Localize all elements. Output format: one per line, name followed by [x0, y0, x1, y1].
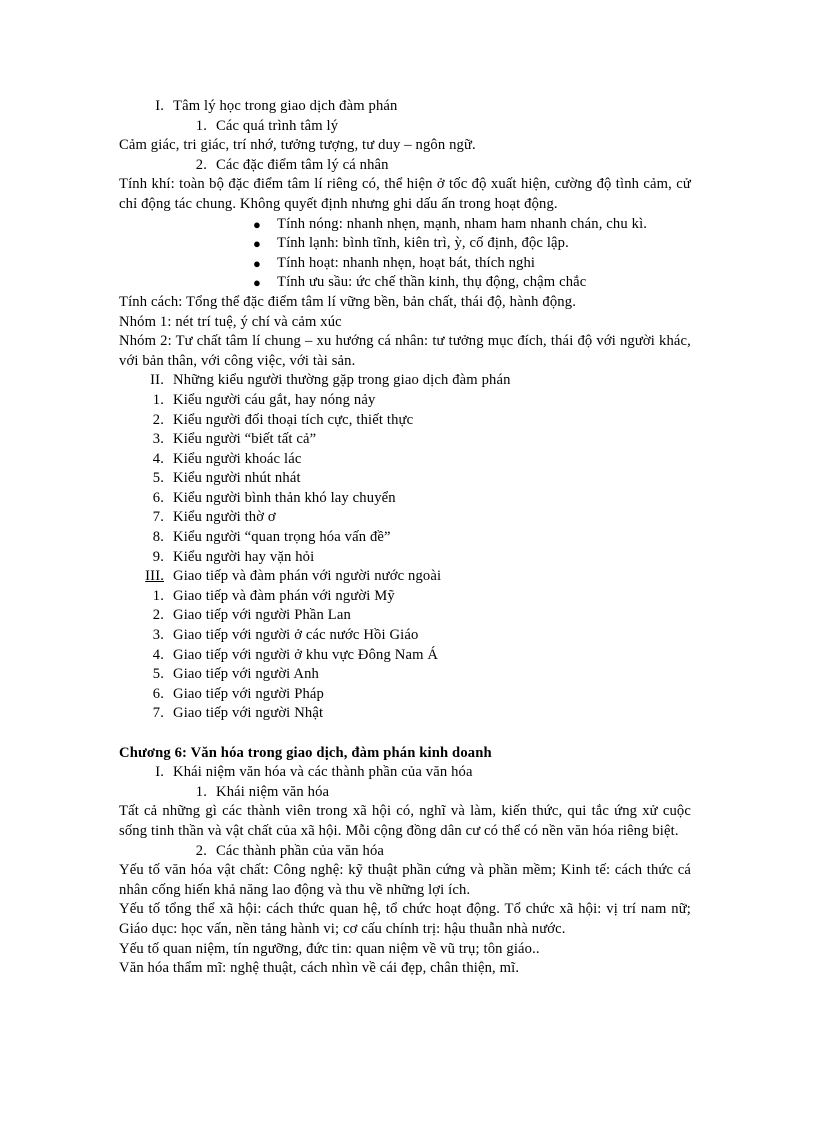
paragraph-tinh-cach: Tính cách: Tổng thể đặc điểm tâm lí vững… — [119, 293, 576, 310]
paragraph-cac-qua-trinh-tam-ly: Cảm giác, tri giác, trí nhớ, tưởng tượng… — [119, 137, 476, 154]
bullet-icon: ● — [253, 216, 262, 232]
section-heading-1: I. Tâm lý học trong giao dịch đàm phán — [138, 97, 691, 117]
section-title: Khái niệm văn hóa và các thành phần của … — [173, 764, 473, 781]
section-heading-3: III. Giao tiếp và đàm phán với người nướ… — [138, 567, 691, 587]
chapter-subsection-heading-2: 2. Các thành phần của văn hóa — [185, 842, 691, 862]
list-item-label: Kiểu người khoác lác — [173, 450, 302, 467]
list-item-marker: 7. — [152, 509, 164, 526]
list-item-label: Tính hoạt: nhanh nhẹn, hoạt bát, thích n… — [277, 254, 536, 271]
list-item-label: Giao tiếp với người Pháp — [173, 685, 324, 702]
list-item-label: Kiểu người “quan trọng hóa vấn đề” — [173, 529, 391, 546]
list-item-marker: 7. — [152, 705, 164, 722]
list-item-label: Tính ưu sầu: ức chế thần kinh, thụ động,… — [277, 274, 587, 291]
paragraph-van-hoa-tham-mi: Văn hóa thẩm mĩ: nghệ thuật, cách nhìn v… — [119, 960, 520, 977]
list-item-label: Kiểu người cáu gắt, hay nóng nảy — [173, 391, 376, 408]
paragraph-yeu-to-vat-chat: Yếu tố văn hóa vật chất: Công nghệ: kỹ t… — [119, 862, 691, 898]
list-item: 9. Kiểu người hay vặn hỏi — [138, 548, 691, 568]
list-item: 3. Kiểu người “biết tất cả” — [138, 430, 691, 450]
subsection-title: Khái niệm văn hóa — [216, 783, 330, 800]
list-item-marker: 4. — [152, 450, 164, 467]
list-item-label: Giao tiếp với người Nhật — [173, 705, 324, 722]
list-item-marker: 4. — [152, 646, 164, 663]
subsection-marker: 1. — [195, 117, 207, 134]
chapter-heading: Chương 6: Văn hóa trong giao dịch, đàm p… — [119, 744, 492, 761]
list-item: 1. Kiểu người cáu gắt, hay nóng nảy — [138, 391, 691, 411]
list-item-marker: 6. — [152, 685, 164, 702]
bullet-icon: ● — [253, 236, 262, 252]
list-item: 2. Giao tiếp với người Phần Lan — [138, 606, 691, 626]
document-page: I. Tâm lý học trong giao dịch đàm phán 1… — [0, 0, 816, 1123]
paragraph-yeu-to-xa-hoi: Yếu tố tổng thể xã hội: cách thức quan h… — [119, 901, 691, 937]
list-item-marker: 1. — [152, 587, 164, 604]
list-item-label: Tính lạnh: bình tĩnh, kiên trì, ỳ, cố đị… — [277, 235, 569, 252]
list-item-label: Kiểu người “biết tất cả” — [173, 431, 317, 448]
list-item-label: Giao tiếp và đàm phán với người Mỹ — [173, 587, 395, 604]
list-item-marker: 3. — [152, 431, 164, 448]
list-item-marker: 5. — [152, 470, 164, 487]
bullet-icon: ● — [253, 255, 262, 271]
list-item: 2. Kiểu người đối thoại tích cực, thiết … — [138, 411, 691, 431]
list-item: 5. Giao tiếp với người Anh — [138, 665, 691, 685]
list-item-label: Kiểu người thờ ơ — [173, 509, 276, 526]
list-item: 3. Giao tiếp với người ở các nước Hồi Gi… — [138, 626, 691, 646]
list-item-marker: 9. — [152, 548, 164, 565]
subsection-title: Các đặc điểm tâm lý cá nhân — [216, 156, 389, 173]
bullet-icon: ● — [253, 275, 262, 291]
section-title: Những kiểu người thường gặp trong giao d… — [173, 372, 511, 389]
section-heading-2: II. Những kiểu người thường gặp trong gi… — [138, 371, 691, 391]
list-item: ● Tính lạnh: bình tĩnh, kiên trì, ỳ, cố … — [253, 234, 691, 254]
paragraph-nhom-2: Nhóm 2: Tư chất tâm lí chung – xu hướng … — [119, 333, 691, 369]
list-item-label: Giao tiếp với người Phần Lan — [173, 607, 351, 624]
chapter-subsection-heading-1: 1. Khái niệm văn hóa — [185, 783, 691, 803]
section-marker: III. — [145, 568, 164, 585]
list-item-marker: 6. — [152, 489, 164, 506]
paragraph-khai-niem-van-hoa: Tất cả những gì các thành viên trong xã … — [119, 803, 691, 839]
list-item-label: Kiểu người hay vặn hỏi — [173, 548, 315, 565]
list-item: 7. Kiểu người thờ ơ — [138, 508, 691, 528]
list-item: ● Tính nóng: nhanh nhẹn, mạnh, nham ham … — [253, 215, 691, 235]
list-item-label: Kiểu người nhút nhát — [173, 470, 301, 487]
list-item-marker: 3. — [152, 627, 164, 644]
paragraph-tinh-khi: Tính khí: toàn bộ đặc điểm tâm lí riêng … — [119, 176, 691, 212]
list-item-label: Tính nóng: nhanh nhẹn, mạnh, nham ham nh… — [277, 215, 648, 232]
list-item-marker: 8. — [152, 529, 164, 546]
section-title: Tâm lý học trong giao dịch đàm phán — [173, 98, 398, 114]
section-marker: I. — [155, 98, 164, 114]
list-item-marker: 2. — [152, 411, 164, 428]
list-item: 4. Giao tiếp với người ở khu vực Đông Na… — [138, 646, 691, 666]
list-item-label: Kiểu người đối thoại tích cực, thiết thự… — [173, 411, 414, 428]
chapter-section-heading: I. Khái niệm văn hóa và các thành phần c… — [138, 763, 691, 783]
paragraph-yeu-to-quan-niem: Yếu tố quan niệm, tín ngưỡng, đức tin: q… — [119, 940, 540, 957]
subsection-marker: 2. — [195, 842, 207, 859]
paragraph-nhom-1: Nhóm 1: nét trí tuệ, ý chí và cảm xúc — [119, 313, 342, 330]
list-item: 7. Giao tiếp với người Nhật — [138, 704, 691, 724]
list-item-label: Kiểu người bình thản khó lay chuyển — [173, 489, 396, 506]
list-item: 6. Giao tiếp với người Pháp — [138, 685, 691, 705]
list-item: 8. Kiểu người “quan trọng hóa vấn đề” — [138, 528, 691, 548]
subsection-heading-1-2: 2. Các đặc điểm tâm lý cá nhân — [185, 156, 691, 176]
list-item-marker: 5. — [152, 666, 164, 683]
list-item-label: Giao tiếp với người ở các nước Hồi Giáo — [173, 627, 419, 644]
subsection-marker: 1. — [195, 783, 207, 800]
list-item: ● Tính hoạt: nhanh nhẹn, hoạt bát, thích… — [253, 254, 691, 274]
list-item-marker: 2. — [152, 607, 164, 624]
section-marker: I. — [155, 764, 164, 781]
list-item: 1. Giao tiếp và đàm phán với người Mỹ — [138, 587, 691, 607]
list-item-marker: 1. — [152, 391, 164, 408]
document-body: I. Tâm lý học trong giao dịch đàm phán 1… — [119, 97, 691, 979]
list-item: ● Tính ưu sầu: ức chế thần kinh, thụ độn… — [253, 273, 691, 293]
section-marker: II. — [150, 372, 164, 389]
list-item-label: Giao tiếp với người ở khu vực Đông Nam Á — [173, 646, 439, 663]
section-title: Giao tiếp và đàm phán với người nước ngo… — [173, 568, 442, 585]
list-item: 5. Kiểu người nhút nhát — [138, 469, 691, 489]
list-item: 4. Kiểu người khoác lác — [138, 450, 691, 470]
subsection-title: Các thành phần của văn hóa — [216, 842, 385, 859]
subsection-title: Các quá trình tâm lý — [216, 117, 339, 134]
list-item-label: Giao tiếp với người Anh — [173, 666, 319, 683]
subsection-marker: 2. — [195, 156, 207, 173]
subsection-heading-1-1: 1. Các quá trình tâm lý — [185, 117, 691, 137]
list-item: 6. Kiểu người bình thản khó lay chuyển — [138, 489, 691, 509]
